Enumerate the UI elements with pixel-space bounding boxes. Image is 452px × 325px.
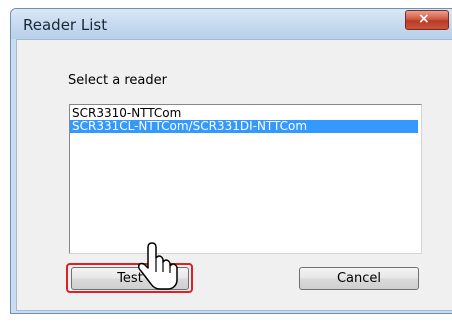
close-button[interactable]: × (405, 10, 449, 30)
prompt-label: Select a reader (68, 73, 167, 88)
title-bar[interactable]: Reader List × (11, 9, 452, 39)
reader-list-window: Reader List × Select a reader SCR3310-NT… (10, 8, 452, 314)
list-item-reader-2[interactable]: SCR331CL-NTTCom/SCR331DI-NTTCom (70, 120, 418, 133)
cancel-button[interactable]: Cancel (299, 267, 419, 290)
screenshot: Reader List × Select a reader SCR3310-NT… (0, 0, 452, 325)
reader-listbox[interactable]: SCR3310-NTTCom SCR331CL-NTTCom/SCR331DI-… (69, 104, 422, 254)
hand-pointer-icon (138, 242, 178, 290)
close-icon: × (418, 11, 430, 27)
window-title: Reader List (23, 16, 108, 34)
dialog-body: Select a reader SCR3310-NTTCom SCR331CL-… (16, 39, 452, 311)
